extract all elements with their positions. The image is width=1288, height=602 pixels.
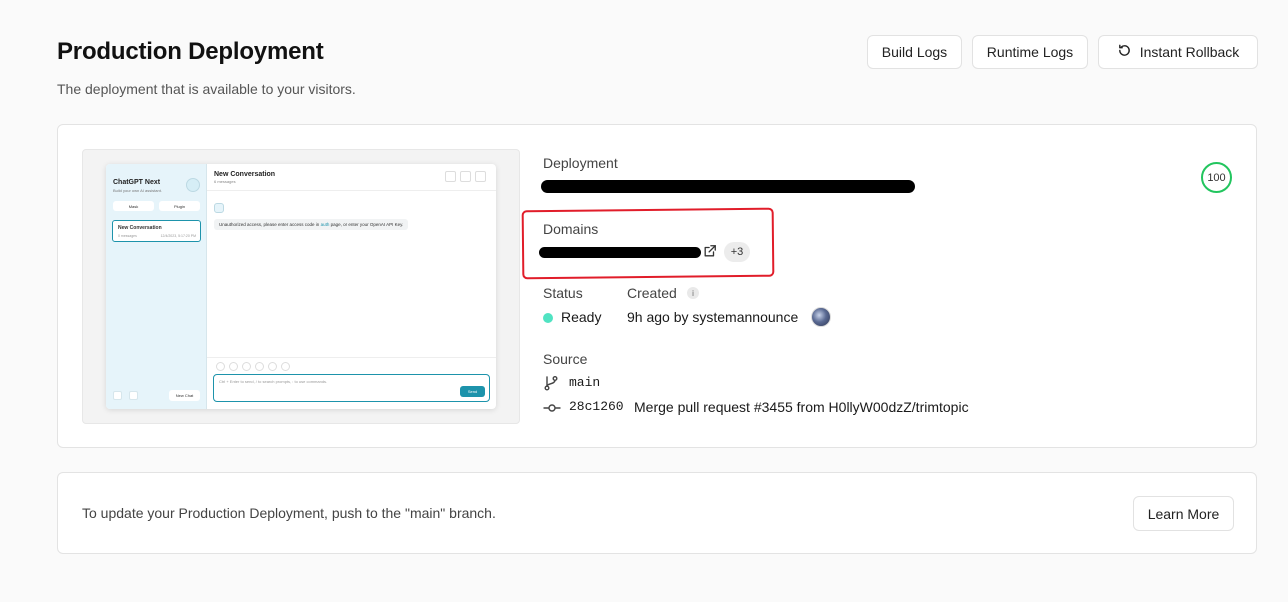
status-value: Ready: [561, 309, 602, 325]
learn-more-button[interactable]: Learn More: [1133, 496, 1234, 531]
commit-message[interactable]: Merge pull request #3455 from H0llyW00dz…: [634, 399, 969, 415]
preview-conversation-item: New Conversation 0 messages 12/4/2023, 5…: [112, 220, 201, 242]
preview-plugin-button: Plugin: [159, 201, 200, 211]
preview-chat-subtitle: 6 messages: [214, 179, 236, 184]
preview-share-icon: [460, 171, 471, 182]
build-logs-button[interactable]: Build Logs: [867, 35, 962, 69]
preview-chat-area: New Conversation 6 messages Unauthorized…: [207, 164, 496, 409]
branch-name[interactable]: main: [569, 375, 600, 390]
update-info-text: To update your Production Deployment, pu…: [82, 505, 496, 521]
status-label: Status: [543, 285, 583, 301]
build-logs-label: Build Logs: [881, 44, 948, 60]
avatar[interactable]: [811, 307, 831, 327]
score-value: 100: [1207, 171, 1226, 184]
preview-edit-icon: [445, 171, 456, 182]
preview-chat-title: New Conversation: [214, 171, 276, 178]
page-subtitle: The deployment that is available to your…: [57, 81, 356, 97]
score-badge[interactable]: 100: [1201, 162, 1232, 193]
preview-app-name: ChatGPT Next: [113, 179, 161, 186]
domains-label: Domains: [543, 221, 599, 237]
commit-hash[interactable]: 28c1260: [569, 399, 624, 414]
preview-toolbar: [216, 362, 290, 371]
external-link-icon[interactable]: [703, 244, 717, 258]
deployment-label: Deployment: [543, 155, 618, 171]
preview-github-icon: [129, 391, 138, 400]
rollback-icon: [1117, 43, 1132, 61]
instant-rollback-button[interactable]: Instant Rollback: [1098, 35, 1258, 69]
preview-sidebar: ChatGPT Next Build your own AI assistant…: [106, 164, 207, 409]
commit-icon: [543, 401, 561, 413]
deployment-preview[interactable]: ChatGPT Next Build your own AI assistant…: [82, 149, 520, 424]
preview-logo: [186, 178, 200, 192]
runtime-logs-label: Runtime Logs: [986, 44, 1074, 60]
page-title: Production Deployment: [57, 38, 324, 65]
preview-send-button: Send: [460, 386, 485, 397]
preview-chat-input: Ctrl + Enter to send, / to search prompt…: [213, 374, 490, 402]
status-dot: [543, 313, 553, 323]
source-label: Source: [543, 351, 588, 367]
domains-more-badge[interactable]: +3: [724, 242, 750, 262]
preview-new-chat-button: New Chat: [169, 390, 200, 401]
info-icon[interactable]: i: [687, 287, 699, 299]
preview-bot-avatar: [214, 203, 224, 213]
created-value: 9h ago by systemannounce: [627, 309, 799, 325]
redacted-deployment-url[interactable]: [541, 180, 915, 193]
deployment-card: ChatGPT Next Build your own AI assistant…: [57, 124, 1257, 448]
preview-message: Unauthorized access, please enter access…: [214, 219, 409, 230]
instant-rollback-label: Instant Rollback: [1139, 44, 1240, 60]
update-info-card: To update your Production Deployment, pu…: [57, 472, 1257, 554]
preview-mask-button: Mask: [113, 201, 154, 211]
runtime-logs-button[interactable]: Runtime Logs: [972, 35, 1088, 69]
branch-icon: [543, 375, 559, 391]
redacted-domain-link[interactable]: [539, 247, 701, 258]
preview-settings-icon: [113, 391, 122, 400]
preview-app-screenshot: ChatGPT Next Build your own AI assistant…: [106, 164, 496, 409]
created-label: Created: [627, 285, 677, 301]
preview-expand-icon: [475, 171, 486, 182]
learn-more-label: Learn More: [1147, 505, 1220, 522]
preview-app-tagline: Build your own AI assistant.: [113, 188, 162, 193]
